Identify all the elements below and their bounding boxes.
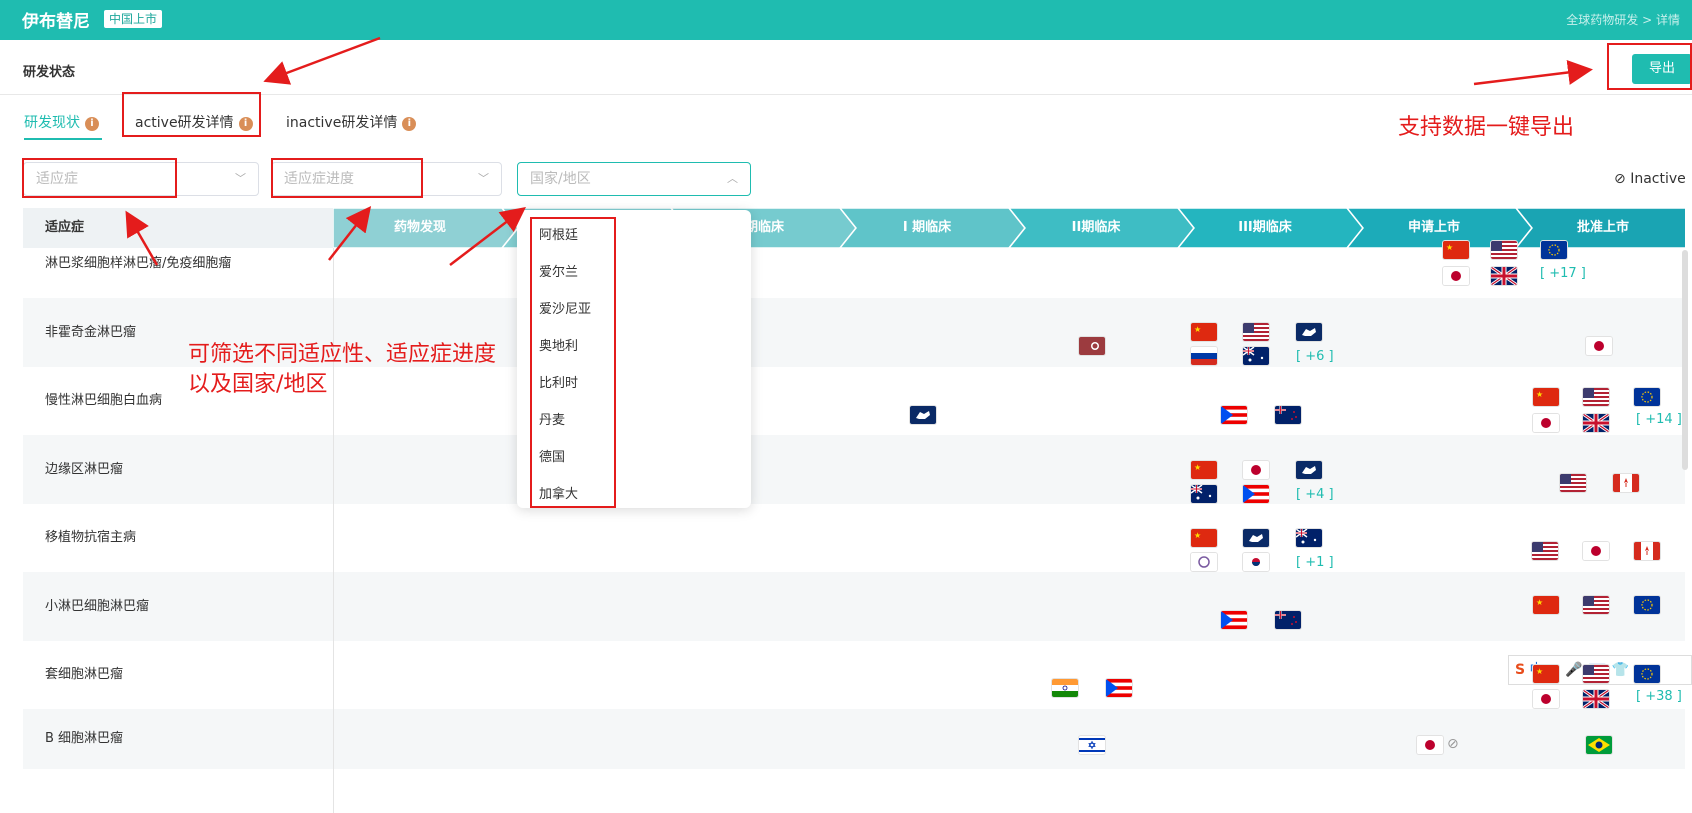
inactive-icon: ⊘	[1447, 736, 1459, 752]
flag-nz-icon[interactable]	[1275, 406, 1301, 424]
flag-us-icon[interactable]	[1491, 241, 1517, 259]
more-countries-link[interactable]: [ +14 ]	[1636, 412, 1682, 427]
more-countries-link[interactable]: [ +6 ]	[1296, 349, 1334, 364]
more-countries-link[interactable]: [ +17 ]	[1540, 266, 1586, 281]
flag-pr-icon[interactable]	[1221, 406, 1247, 424]
flag-eu-icon[interactable]	[1634, 388, 1660, 406]
flag-cn-icon[interactable]: ★	[1533, 665, 1559, 683]
flag-pr-icon[interactable]	[1106, 679, 1132, 697]
flag-us-icon[interactable]	[1243, 323, 1269, 341]
flag-ca-icon[interactable]	[1613, 474, 1639, 492]
flag-eur-icon[interactable]	[910, 406, 936, 424]
flag-tw-icon[interactable]	[1191, 553, 1217, 571]
flag-jp-icon[interactable]	[1243, 461, 1269, 479]
flag-jp-icon[interactable]	[1443, 267, 1469, 285]
flag-ru-icon[interactable]	[1191, 347, 1217, 365]
svg-text:★: ★	[1194, 463, 1201, 472]
flag-pr-icon[interactable]	[1243, 485, 1269, 503]
svg-text:★: ★	[1446, 243, 1453, 252]
sogou-icon: S	[1515, 662, 1526, 678]
flag-eu-icon[interactable]	[1541, 241, 1567, 259]
flag-au-icon[interactable]	[1296, 529, 1322, 547]
flag-us-icon[interactable]	[1583, 596, 1609, 614]
flag-cn-icon[interactable]: ★	[1191, 461, 1217, 479]
flag-cn-icon[interactable]: ★	[1533, 596, 1559, 614]
flag-jp-icon[interactable]	[1533, 690, 1559, 708]
flag-eu-icon[interactable]	[1634, 596, 1660, 614]
flag-uk-icon[interactable]	[1491, 267, 1517, 285]
flag-us-icon[interactable]	[1583, 665, 1609, 683]
flag-jp-icon[interactable]	[1417, 736, 1443, 754]
flag-ca-icon[interactable]	[1634, 542, 1660, 560]
flag-us-icon[interactable]	[1532, 542, 1558, 560]
flag-eu-icon[interactable]	[1634, 665, 1660, 683]
flag-cn-icon[interactable]: ★	[1191, 529, 1217, 547]
flag-au-icon[interactable]	[1191, 485, 1217, 503]
flag-eur-icon[interactable]	[1296, 323, 1322, 341]
more-countries-link[interactable]: [ +38 ]	[1636, 689, 1682, 704]
flag-in-icon[interactable]	[1052, 679, 1078, 697]
flag-uk-icon[interactable]	[1583, 690, 1609, 708]
svg-text:★: ★	[1194, 531, 1201, 540]
flag-cz-icon[interactable]	[1079, 337, 1105, 355]
flag-kr-icon[interactable]	[1243, 553, 1269, 571]
flag-uk-icon[interactable]	[1583, 414, 1609, 432]
flag-nz-icon[interactable]	[1275, 611, 1301, 629]
more-countries-link[interactable]: [ +4 ]	[1296, 487, 1334, 502]
svg-text:★: ★	[1536, 667, 1543, 676]
flag-jp-icon[interactable]	[1583, 542, 1609, 560]
flag-il-icon[interactable]	[1079, 736, 1105, 754]
flag-br-icon[interactable]	[1586, 736, 1612, 754]
annotation-arrows	[125, 36, 1593, 266]
flag-us-icon[interactable]	[1560, 474, 1586, 492]
flag-eur-icon[interactable]	[1296, 461, 1322, 479]
more-countries-link[interactable]: [ +1 ]	[1296, 555, 1334, 570]
svg-text:★: ★	[1194, 325, 1201, 334]
flag-au-icon[interactable]	[1243, 347, 1269, 365]
flag-cn-icon[interactable]: ★	[1533, 388, 1559, 406]
flag-jp-icon[interactable]	[1586, 337, 1612, 355]
flag-cn-icon[interactable]: ★	[1443, 241, 1469, 259]
flag-jp-icon[interactable]	[1533, 414, 1559, 432]
flag-cn-icon[interactable]: ★	[1191, 323, 1217, 341]
svg-text:★: ★	[1536, 598, 1543, 607]
flag-pr-icon[interactable]	[1221, 611, 1247, 629]
flag-us-icon[interactable]	[1583, 388, 1609, 406]
flag-eur-icon[interactable]	[1243, 529, 1269, 547]
svg-text:★: ★	[1536, 390, 1543, 399]
